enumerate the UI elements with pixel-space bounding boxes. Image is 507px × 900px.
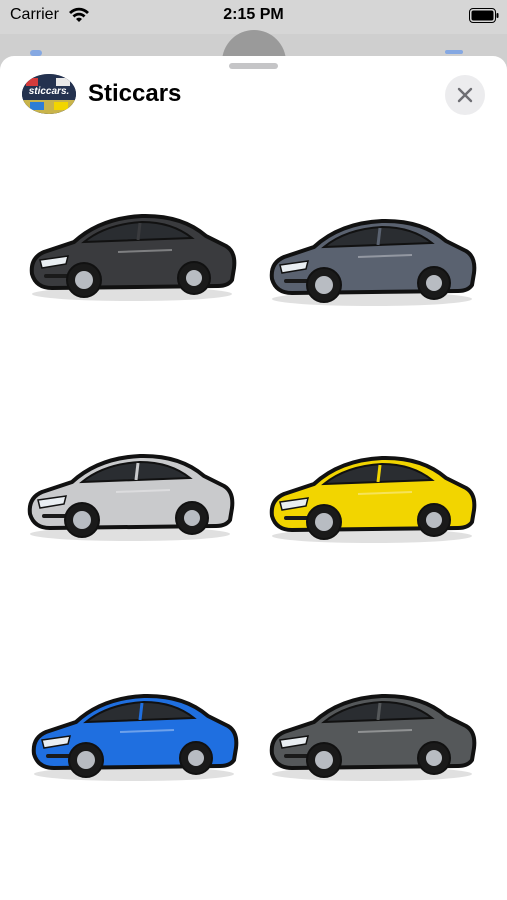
car-image — [269, 693, 477, 781]
battery-icon — [469, 8, 499, 23]
status-bar: Carrier 2:15 PM — [0, 0, 507, 34]
app-title: Sticcars — [88, 80, 182, 107]
graphite-coupe-sticker[interactable] — [262, 676, 482, 786]
logo-text: sticcars. — [28, 86, 70, 97]
blue-sports-car-sticker[interactable] — [24, 676, 244, 786]
close-icon — [457, 87, 473, 103]
status-time: 2:15 PM — [223, 6, 284, 23]
background-app-element — [445, 50, 463, 54]
car-image — [31, 693, 239, 781]
yellow-sports-car-sticker[interactable] — [262, 438, 482, 548]
sticker-sheet: sticcars. Sticcars — [0, 56, 507, 900]
sheet-grabber[interactable] — [229, 63, 278, 69]
silver-sports-car-sticker[interactable] — [20, 436, 240, 546]
car-image — [29, 213, 237, 301]
car-image — [269, 455, 477, 543]
close-button[interactable] — [445, 75, 485, 115]
dark-gray-coupe-sticker[interactable] — [22, 196, 242, 306]
car-image — [269, 218, 477, 306]
app-logo: sticcars. — [22, 74, 76, 114]
car-image — [27, 453, 235, 541]
gray-compact-coupe-sticker[interactable] — [262, 201, 482, 311]
